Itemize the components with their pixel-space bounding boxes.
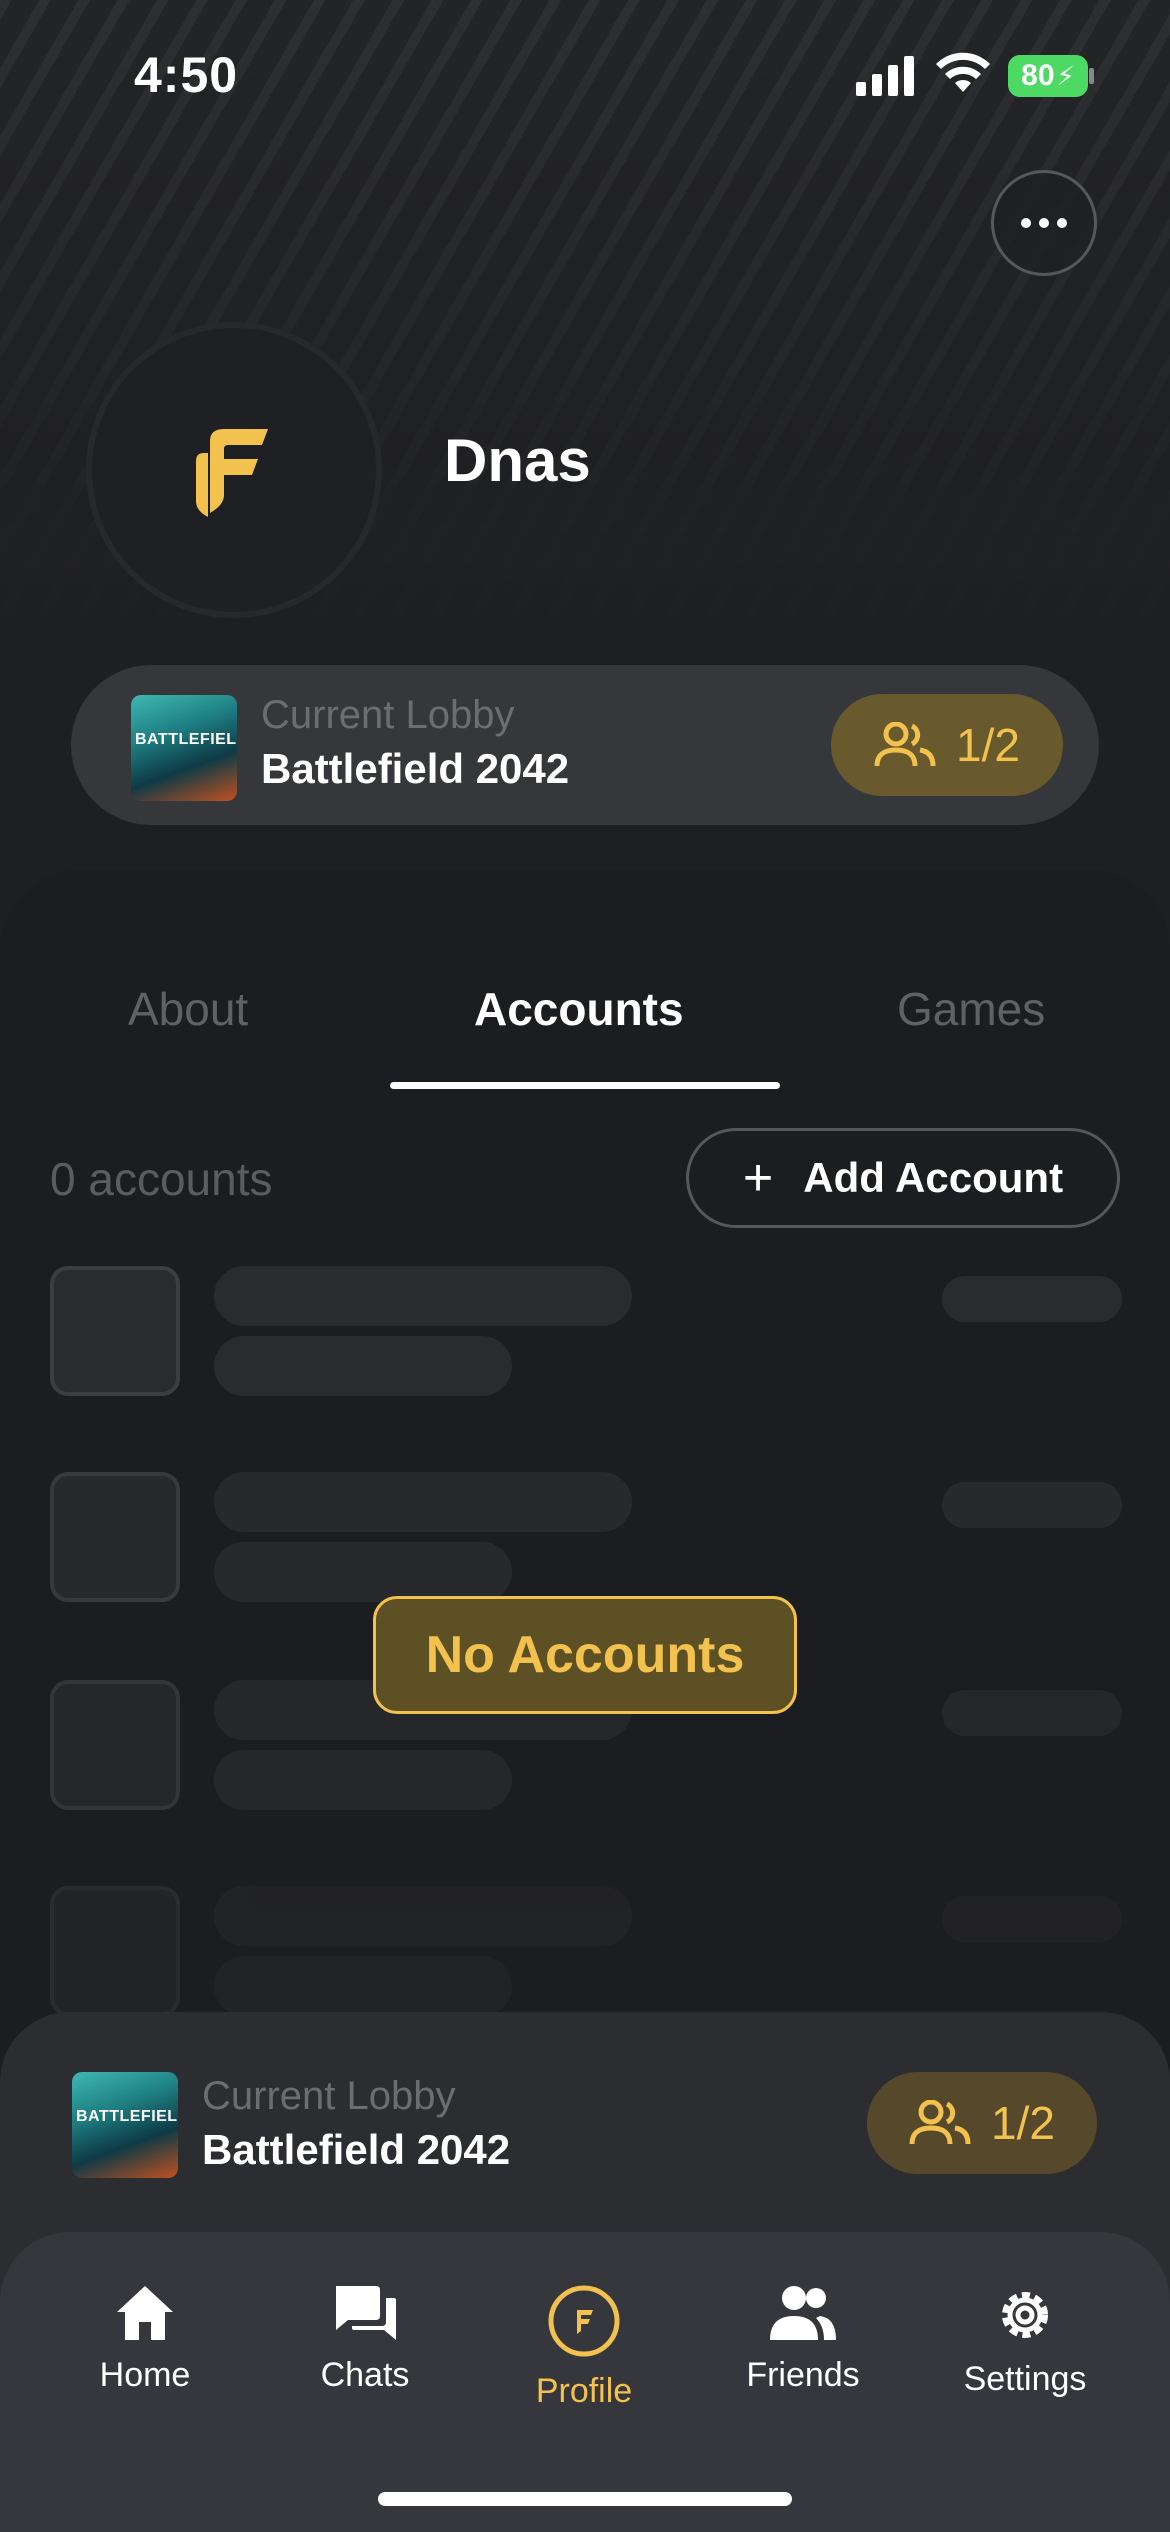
active-tab-indicator: [390, 1082, 780, 1089]
status-bar: 4:50 80 ⚡: [0, 0, 1170, 150]
skeleton-line: [214, 1750, 512, 1810]
lobby-player-count[interactable]: 1/2: [831, 694, 1063, 796]
bottom-tab-bar: Home Chats Profile Friends Settings: [0, 2232, 1170, 2532]
nav-chats[interactable]: Chats: [265, 2284, 465, 2395]
chat-icon: [336, 2286, 396, 2340]
plus-icon: +: [742, 1149, 774, 1207]
lobby-label: Current Lobby: [202, 2074, 456, 2118]
game-thumbnail: BATTLEFIELD: [72, 2072, 178, 2178]
wifi-icon: [936, 52, 990, 92]
battery-level: 80: [1021, 59, 1055, 92]
cellular-signal-icon: [856, 56, 914, 96]
avatar[interactable]: [86, 322, 382, 618]
skeleton-line: [214, 1336, 512, 1396]
tab-accounts[interactable]: Accounts: [474, 982, 684, 1036]
battery-indicator: 80 ⚡: [1008, 55, 1088, 97]
skeleton-line: [214, 1472, 632, 1532]
thumbnail-text: BATTLEFIELD: [135, 731, 237, 748]
lobby-player-count[interactable]: 1/2: [867, 2072, 1097, 2174]
skeleton-avatar: [50, 1680, 180, 1810]
lobby-game-title: Battlefield 2042: [202, 2126, 511, 2173]
player-count-text: 1/2: [956, 719, 1020, 771]
profile-username: Dnas: [444, 427, 591, 494]
lobby-game-title: Battlefield 2042: [261, 745, 570, 792]
skeleton-line: [214, 1542, 512, 1602]
add-account-button[interactable]: + Add Account: [686, 1128, 1120, 1228]
gear-icon: [1002, 2292, 1048, 2338]
nav-chats-label: Chats: [320, 2356, 410, 2394]
skeleton-line: [214, 1956, 512, 2016]
accounts-count: 0 accounts: [50, 1153, 273, 1205]
skeleton-line: [942, 1276, 1122, 1322]
nav-profile[interactable]: Profile: [484, 2284, 684, 2411]
skeleton-avatar: [50, 1472, 180, 1602]
current-lobby-card[interactable]: BATTLEFIELD Current Lobby Battlefield 20…: [71, 665, 1099, 825]
thumbnail-text: BATTLEFIELD: [76, 2108, 178, 2125]
nav-settings[interactable]: Settings: [925, 2284, 1125, 2399]
player-count-text: 1/2: [991, 2097, 1055, 2149]
skeleton-line: [942, 1896, 1122, 1942]
more-options-button[interactable]: [991, 170, 1097, 276]
no-accounts-badge: No Accounts: [373, 1596, 797, 1714]
skeleton-row: [0, 1266, 1170, 1406]
skeleton-line: [214, 1266, 632, 1326]
skeleton-line: [214, 1886, 632, 1946]
nav-settings-label: Settings: [963, 2360, 1087, 2398]
nav-friends[interactable]: Friends: [703, 2284, 903, 2395]
skeleton-avatar: [50, 1886, 180, 2016]
game-thumbnail: BATTLEFIELD: [131, 695, 237, 801]
skeleton-avatar: [50, 1266, 180, 1396]
nav-home[interactable]: Home: [45, 2284, 245, 2395]
lobby-label: Current Lobby: [261, 693, 515, 737]
profile-logo-icon: [548, 2285, 620, 2357]
skeleton-row: [0, 1472, 1170, 1612]
group-icon: [909, 2100, 971, 2145]
skeleton-row: [0, 1886, 1170, 2026]
tab-about[interactable]: About: [128, 982, 248, 1036]
dot: [1057, 218, 1067, 228]
group-icon: [874, 722, 936, 767]
app-logo-icon: [196, 429, 268, 517]
add-account-label: Add Account: [803, 1154, 1064, 1201]
charging-bolt-icon: ⚡: [1056, 60, 1075, 91]
dot: [1039, 218, 1049, 228]
home-icon: [117, 2286, 173, 2340]
skeleton-line: [942, 1690, 1122, 1736]
status-time: 4:50: [134, 47, 239, 103]
nav-profile-label: Profile: [535, 2372, 633, 2410]
battery-tip: [1089, 68, 1094, 84]
tab-games[interactable]: Games: [897, 982, 1045, 1036]
home-indicator: [378, 2492, 792, 2506]
friends-icon: [770, 2286, 836, 2340]
nav-friends-label: Friends: [746, 2356, 860, 2394]
nav-home-label: Home: [99, 2356, 191, 2394]
skeleton-line: [942, 1482, 1122, 1528]
dot: [1021, 218, 1031, 228]
